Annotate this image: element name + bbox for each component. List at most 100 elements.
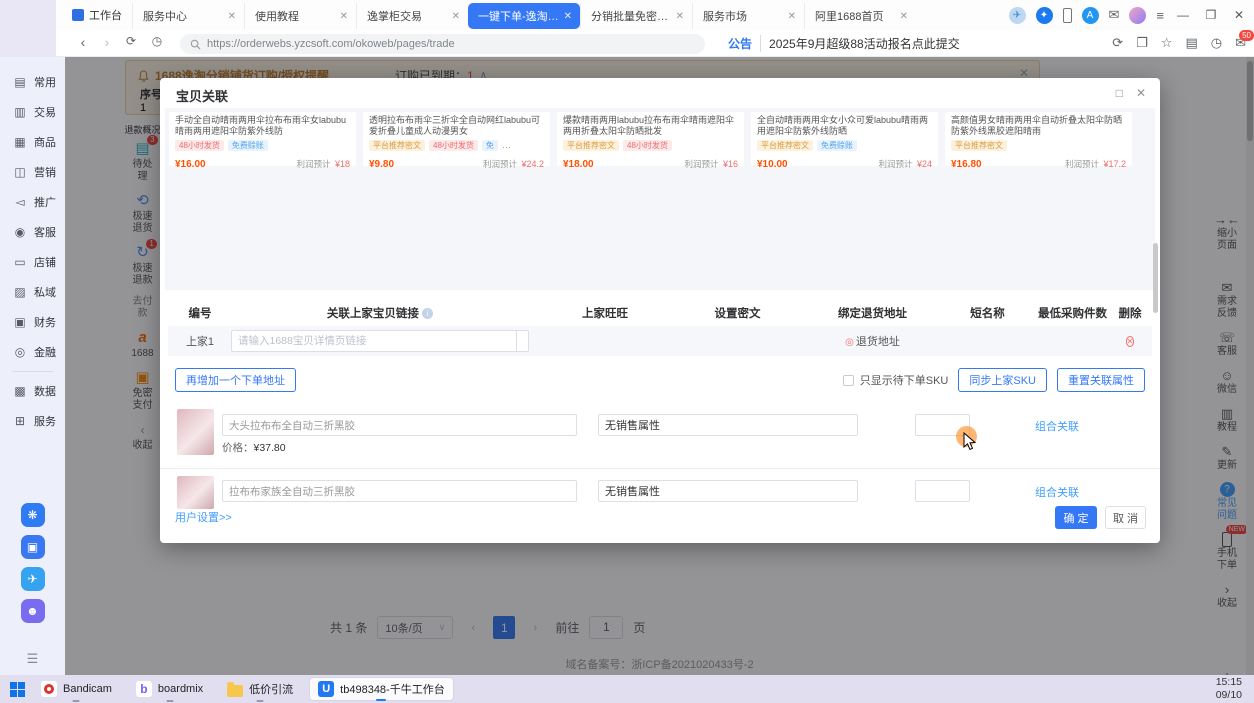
only-pending-sku-checkbox[interactable] [843, 375, 854, 386]
messages-icon[interactable]: ✉50 [1235, 35, 1246, 51]
sidebar-item-shop[interactable]: ▭店铺 [0, 247, 65, 277]
reload-icon[interactable]: ⟳ [122, 34, 140, 48]
tag: 48小时发货 [623, 140, 672, 151]
tab-close-icon[interactable]: ✕ [340, 11, 348, 22]
blue-app-icon[interactable]: ✦ [1036, 7, 1053, 24]
only-pending-sku-label[interactable]: 只显示待下单SKU [860, 372, 949, 388]
pinned-tab-workbench[interactable]: 工作台 [62, 0, 132, 30]
plane-app-icon[interactable]: ✈ [1009, 7, 1026, 24]
taskbar-app-bandicam[interactable]: Bandicam [33, 677, 120, 701]
add-address-button[interactable]: 再增加一个下单地址 [175, 368, 296, 392]
data-icon: ▩ [13, 384, 27, 398]
modal-scrollbar-thumb[interactable] [1153, 243, 1158, 313]
sidebar-item-finance[interactable]: ▣财务 [0, 307, 65, 337]
cancel-button[interactable]: 取 消 [1105, 506, 1146, 529]
avatar[interactable] [1129, 7, 1146, 24]
forward-icon[interactable]: › [98, 34, 116, 50]
sku-qty-input[interactable] [915, 480, 970, 502]
tab-close-icon[interactable]: ✕ [788, 11, 796, 22]
app-sidebar: ▤常用 ▥交易 ▦商品 ◫营销 ◅推广 ◉客服 ▭店铺 ▨私域 ▣财务 ◎金融 … [0, 57, 65, 675]
taskbar-app-qianniu[interactable]: U tb498348-千牛工作台 [309, 677, 454, 701]
sidebar-item-service[interactable]: ◉客服 [0, 217, 65, 247]
taskbar-app-boardmix[interactable]: b boardmix [128, 677, 211, 701]
sidebar-item-trade[interactable]: ▥交易 [0, 97, 65, 127]
user-settings-link[interactable]: 用户设置>> [175, 509, 232, 525]
history-icon[interactable]: ◷ [148, 34, 166, 48]
titlebar-corner [0, 0, 56, 57]
minimize-button[interactable]: — [1174, 8, 1192, 22]
sku-attr-input[interactable] [598, 414, 858, 436]
tab-close-icon[interactable]: ✕ [452, 11, 460, 22]
product-card[interactable]: 手动全自动晴雨两用伞拉布布雨伞女labubu晴雨两用遮阳伞防紫外线防 48小时发… [169, 112, 356, 166]
product-card[interactable]: 爆款晴雨两用labubu拉布布雨伞晴雨遮阳伞两用折叠太阳伞防晒批发 平台推荐密文… [557, 112, 744, 166]
tab-batch-pay[interactable]: 分销批量免密支付✕ [580, 3, 692, 29]
clock-icon[interactable]: ◷ [1211, 35, 1222, 51]
hamburger-menu-icon[interactable]: ☰ [0, 651, 65, 667]
windows-copy-icon[interactable]: ❐ [1136, 35, 1148, 51]
tab-close-icon[interactable]: ✕ [676, 11, 684, 22]
close-button[interactable]: ✕ [1230, 8, 1248, 22]
product-card[interactable]: 透明拉布布雨伞三折伞全自动网红labubu可爱折叠儿童成人动漫男女 平台推荐密文… [363, 112, 550, 166]
tab-close-icon[interactable]: ✕ [900, 11, 908, 22]
sidebar-item-data[interactable]: ▩数据 [0, 376, 65, 406]
back-icon[interactable]: ‹ [74, 34, 92, 50]
sidebar-item-goods[interactable]: ▦商品 [0, 127, 65, 157]
modal-close-icon[interactable]: ✕ [1136, 86, 1146, 100]
sku-name-input[interactable] [222, 480, 577, 502]
mouse-cursor [963, 432, 977, 452]
sidebar-item-promotion[interactable]: ◅推广 [0, 187, 65, 217]
announcement-label[interactable]: 公告 [728, 35, 761, 52]
shopping-bag-icon[interactable]: ▣ [21, 535, 45, 559]
wangwang-icon[interactable]: A [1082, 7, 1099, 24]
modal-title: 宝贝关联 [176, 86, 228, 105]
screen: 工作台 服务中心✕ 使用教程✕ 逸掌柜交易✕ 一键下单-逸淘软件✕ 分销批量免密… [0, 0, 1254, 703]
tab-1688-home[interactable]: 阿里1688首页✕ [804, 3, 916, 29]
app-shortcut-1-icon[interactable]: ❋ [21, 503, 45, 527]
tab-tutorial[interactable]: 使用教程✕ [244, 3, 356, 29]
profit: ¥18 [335, 159, 350, 169]
favorite-star-icon[interactable]: ☆ [1161, 35, 1173, 51]
sidebar-item-funds[interactable]: ◎金融 [0, 337, 65, 367]
confirm-button[interactable]: 确 定 [1055, 506, 1097, 529]
browser-menu-icon[interactable]: ≡ [1156, 8, 1164, 23]
product-card[interactable]: 全自动晴雨两用伞女小众可爱labubu晴雨两用遮阳伞防紫外线防晒 平台推荐密文 … [751, 112, 938, 166]
profit: ¥24 [917, 159, 932, 169]
tab-yizhanggui-trade[interactable]: 逸掌柜交易✕ [356, 3, 468, 29]
product-card[interactable]: 高颜值男女晴雨两用伞自动折叠太阳伞防晒防紫外线黑胶遮阳晴雨 平台推荐密文 ¥16… [945, 112, 1132, 166]
address-bar[interactable]: https://orderwebs.yzcsoft.com/okoweb/pag… [180, 34, 705, 54]
combo-association-link[interactable]: 组合关联 [1035, 484, 1079, 500]
supplier-link-input[interactable] [231, 330, 517, 352]
contact-icon[interactable]: ☻ [21, 599, 45, 623]
sidebar-item-private[interactable]: ▨私域 [0, 277, 65, 307]
modal-maximize-icon[interactable]: □ [1116, 86, 1123, 100]
sidebar-item-services[interactable]: ⊞服务 [0, 406, 65, 436]
tab-service-market[interactable]: 服务市场✕ [692, 3, 804, 29]
combo-association-link[interactable]: 组合关联 [1035, 418, 1079, 434]
maximize-button[interactable]: ❐ [1202, 8, 1220, 22]
delete-row-icon[interactable]: ✕ [1126, 336, 1135, 347]
info-icon[interactable]: i [422, 308, 433, 319]
sidebar-item-common[interactable]: ▤常用 [0, 67, 65, 97]
tab-service-center[interactable]: 服务中心✕ [132, 3, 244, 29]
workbench-icon [72, 9, 84, 21]
sku-attr-input[interactable] [598, 480, 858, 502]
taskbar-clock[interactable]: 15:15 09/10 [1216, 676, 1254, 702]
tab-one-click-order-active[interactable]: 一键下单-逸淘软件✕ [468, 3, 580, 29]
tab-close-icon[interactable]: ✕ [564, 11, 572, 22]
sync-icon[interactable]: ⟳ [1112, 35, 1123, 51]
announcement-text[interactable]: 2025年9月超级88活动报名点此提交 [761, 35, 960, 52]
sync-sku-button[interactable]: 同步上家SKU [958, 368, 1047, 392]
notes-icon[interactable]: ✉ [1109, 7, 1120, 23]
tab-close-icon[interactable]: ✕ [228, 11, 236, 22]
taskbar-folder[interactable]: 低价引流 [219, 677, 301, 701]
link-input-suffix[interactable] [517, 330, 529, 352]
phone-link-icon[interactable] [1063, 8, 1072, 23]
return-address-link[interactable]: 退货地址 [856, 336, 900, 348]
windows-start-icon[interactable] [10, 682, 25, 697]
paper-plane-icon[interactable]: ✈ [21, 567, 45, 591]
page-icon[interactable]: ▤ [1185, 35, 1197, 51]
reset-association-button[interactable]: 重置关联属性 [1057, 368, 1145, 392]
sku-name-input[interactable] [222, 414, 577, 436]
sidebar-item-marketing[interactable]: ◫营销 [0, 157, 65, 187]
tag: 平台推荐密文 [757, 140, 813, 151]
